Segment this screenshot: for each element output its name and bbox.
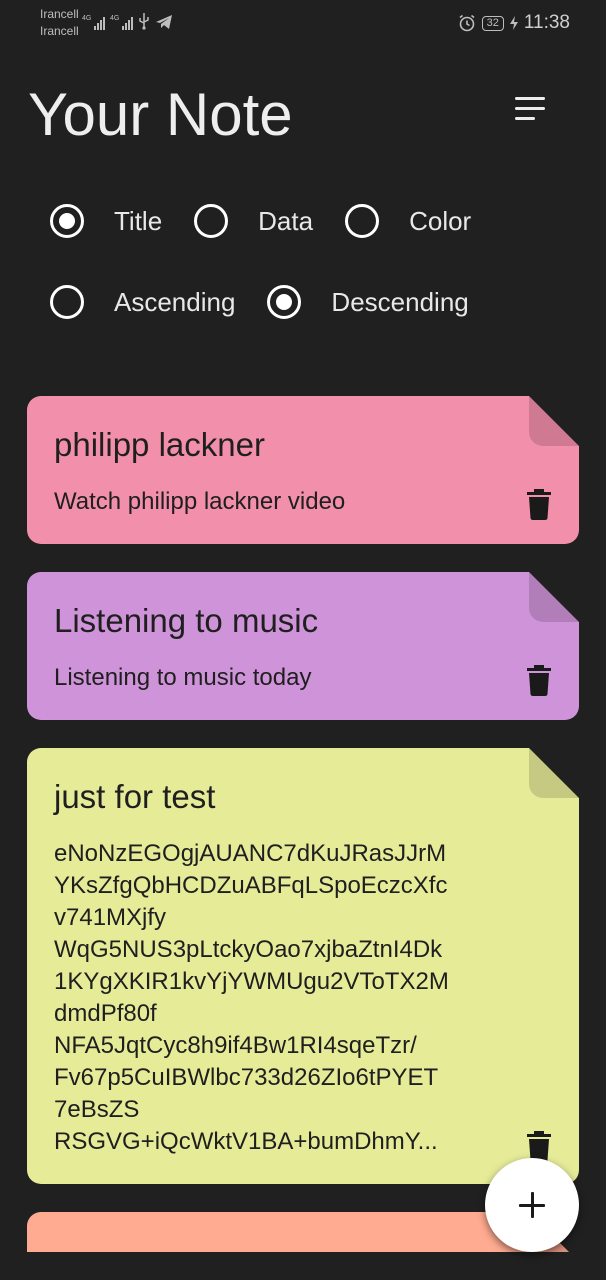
usb-icon <box>139 13 149 30</box>
radio-label: Descending <box>331 286 469 317</box>
radio-color[interactable]: Color <box>345 204 471 238</box>
radio-descending[interactable]: Descending <box>267 285 469 319</box>
charging-icon <box>509 16 518 30</box>
carrier-1: Irancell <box>40 7 79 21</box>
network-type-1: 4G <box>82 15 92 22</box>
radio-unchecked-icon[interactable] <box>50 285 84 319</box>
note-card[interactable]: just for test eNoNzEGOgjAUANC7dKuJRasJJr… <box>27 748 579 1184</box>
note-title: Listening to music <box>54 602 319 639</box>
delete-icon[interactable] <box>527 488 551 520</box>
delete-icon[interactable] <box>527 664 551 696</box>
clock: 11:38 <box>523 12 570 33</box>
radio-ascending[interactable]: Ascending <box>50 285 235 319</box>
note-content: eNoNzEGOgjAUANC7dKuJRasJJrM YKsZfgQbHCDZ… <box>54 840 449 1155</box>
sort-icon[interactable] <box>515 97 555 131</box>
status-icons-left: 4G 4G <box>82 12 173 30</box>
telegram-icon <box>156 15 172 29</box>
note-title: philipp lackner <box>54 426 265 463</box>
alarm-icon <box>459 14 475 32</box>
radio-label: Title <box>114 205 163 236</box>
add-note-button[interactable] <box>485 1158 579 1252</box>
radio-checked-icon[interactable] <box>50 204 84 238</box>
status-bar: Irancell Irancell 4G 4G 32 11:38 <box>0 0 606 46</box>
note-content: Watch philipp lackner video <box>54 488 346 515</box>
radio-label: Color <box>409 205 472 236</box>
radio-unchecked-icon[interactable] <box>345 204 380 238</box>
direction-group: Ascending Descending <box>50 285 501 319</box>
signal-icon: 4G <box>82 15 105 30</box>
radio-title[interactable]: Title <box>50 204 162 238</box>
radio-unchecked-icon[interactable] <box>194 204 229 238</box>
note-title: just for test <box>54 778 216 815</box>
radio-label: Data <box>258 205 314 236</box>
page-title: Your Note <box>28 81 293 148</box>
carrier-2: Irancell <box>40 24 79 38</box>
radio-label: Ascending <box>114 286 236 317</box>
note-content: Listening to music today <box>54 664 312 691</box>
radio-data[interactable]: Data <box>194 204 313 238</box>
signal-icon: 4G <box>110 15 133 30</box>
note-card[interactable]: Listening to music Listening to music to… <box>27 572 579 720</box>
system-nav-bar <box>0 1252 606 1280</box>
battery-level: 32 <box>481 15 504 31</box>
status-icons-right: 32 11:38 <box>458 12 570 34</box>
note-card[interactable]: philipp lackner Watch philipp lackner vi… <box>27 396 579 544</box>
network-type-2: 4G <box>110 15 120 22</box>
order-by-group: Title Data Color <box>50 204 503 238</box>
radio-checked-icon[interactable] <box>267 285 302 319</box>
carrier-names: Irancell Irancell <box>40 6 79 40</box>
